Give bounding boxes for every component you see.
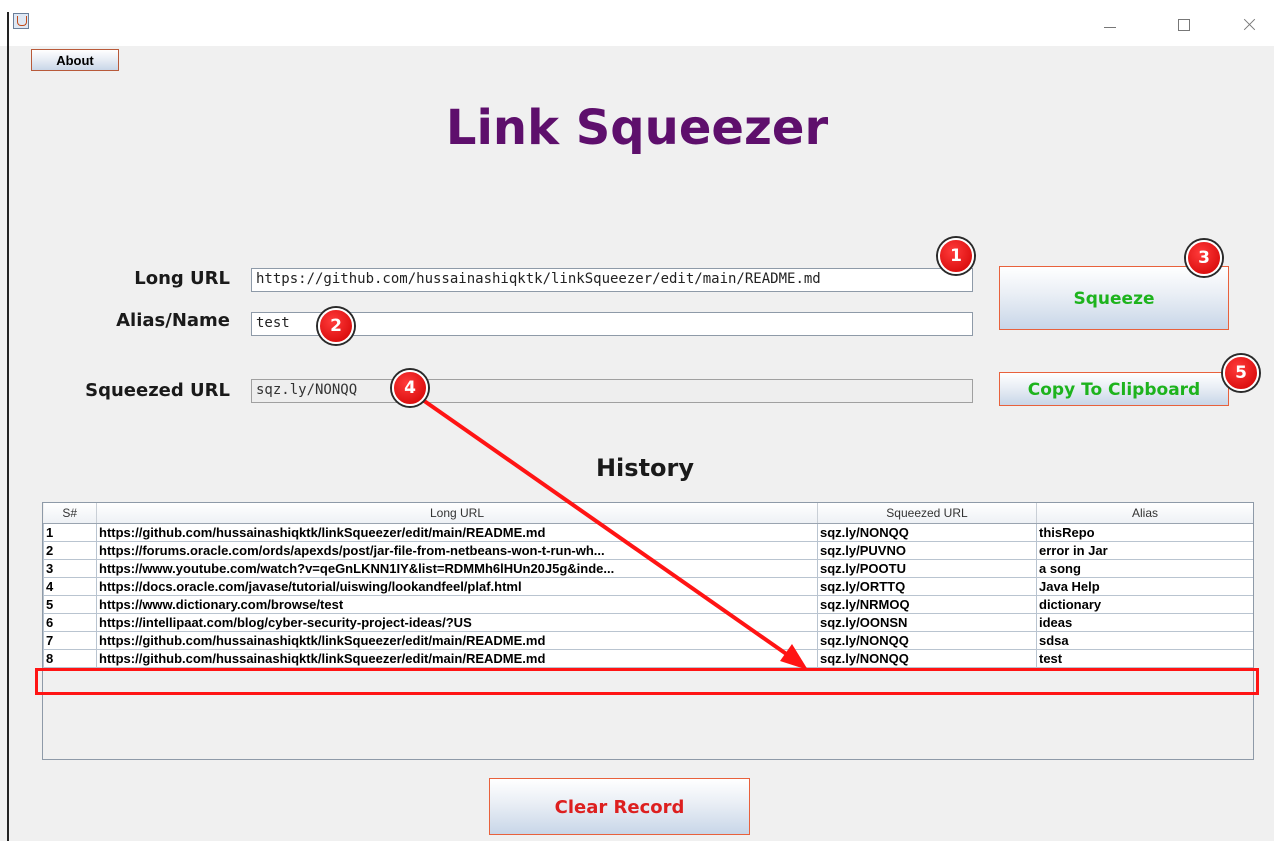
annotation-badge-2: 2 (318, 308, 354, 344)
cell-alias: test (1036, 649, 1253, 668)
table-row[interactable]: 4 https://docs.oracle.com/javase/tutoria… (43, 577, 1253, 596)
minimize-icon[interactable] (1090, 10, 1130, 36)
cell-long-url: https://docs.oracle.com/javase/tutorial/… (96, 577, 818, 596)
cell-alias: ideas (1036, 613, 1253, 632)
squeezed-url-output[interactable]: sqz.ly/NONQQ (251, 379, 973, 403)
cell-long-url: https://intellipaat.com/blog/cyber-secur… (96, 613, 818, 632)
copy-to-clipboard-button[interactable]: Copy To Clipboard (999, 372, 1229, 406)
long-url-label: Long URL (134, 268, 230, 289)
about-button[interactable]: About (31, 49, 119, 71)
cell-squeezed-url: sqz.ly/NONQQ (817, 631, 1037, 650)
history-table[interactable]: S# Long URL Squeezed URL Alias 1 https:/… (42, 502, 1254, 760)
table-row[interactable]: 7 https://github.com/hussainashiqktk/lin… (43, 631, 1253, 650)
cell-alias: dictionary (1036, 595, 1253, 614)
cell-serial: 2 (43, 541, 97, 560)
java-icon (13, 13, 29, 29)
cell-long-url: https://github.com/hussainashiqktk/linkS… (96, 631, 818, 650)
cell-serial: 5 (43, 595, 97, 614)
alias-input[interactable]: test (251, 312, 973, 336)
highlight-new-row-box (35, 668, 1259, 695)
cell-squeezed-url: sqz.ly/NONQQ (817, 523, 1037, 542)
annotation-badge-1: 1 (938, 238, 974, 274)
squeezed-url-label: Squeezed URL (85, 380, 230, 401)
cell-long-url: https://www.dictionary.com/browse/test (96, 595, 818, 614)
cell-squeezed-url: sqz.ly/ORTTQ (817, 577, 1037, 596)
cell-serial: 6 (43, 613, 97, 632)
cell-squeezed-url: sqz.ly/POOTU (817, 559, 1037, 578)
alias-label: Alias/Name (116, 310, 230, 331)
cell-alias: Java Help (1036, 577, 1253, 596)
app-title: Link Squeezer (445, 100, 829, 156)
cell-serial: 4 (43, 577, 97, 596)
maximize-icon[interactable] (1164, 10, 1204, 36)
cell-serial: 3 (43, 559, 97, 578)
title-bar (0, 0, 1274, 46)
clear-record-button[interactable]: Clear Record (489, 778, 750, 835)
table-header-row: S# Long URL Squeezed URL Alias (43, 503, 1253, 524)
cell-long-url: https://github.com/hussainashiqktk/linkS… (96, 523, 818, 542)
column-header-long-url[interactable]: Long URL (96, 503, 818, 524)
cell-long-url: https://www.youtube.com/watch?v=qeGnLKNN… (96, 559, 818, 578)
cell-serial: 8 (43, 649, 97, 668)
annotation-badge-5: 5 (1223, 355, 1259, 391)
cell-serial: 7 (43, 631, 97, 650)
squeeze-button[interactable]: Squeeze (999, 266, 1229, 330)
cell-long-url: https://forums.oracle.com/ords/apexds/po… (96, 541, 818, 560)
table-row[interactable]: 1 https://github.com/hussainashiqktk/lin… (43, 523, 1253, 542)
cell-squeezed-url: sqz.ly/OONSN (817, 613, 1037, 632)
table-row[interactable]: 2 https://forums.oracle.com/ords/apexds/… (43, 541, 1253, 560)
cell-alias: a song (1036, 559, 1253, 578)
table-row[interactable]: 6 https://intellipaat.com/blog/cyber-sec… (43, 613, 1253, 632)
cell-serial: 1 (43, 523, 97, 542)
cell-alias: sdsa (1036, 631, 1253, 650)
cell-squeezed-url: sqz.ly/PUVNO (817, 541, 1037, 560)
column-header-alias[interactable]: Alias (1036, 503, 1253, 524)
table-row[interactable]: 3 https://www.youtube.com/watch?v=qeGnLK… (43, 559, 1253, 578)
table-row[interactable]: 8 https://github.com/hussainashiqktk/lin… (43, 649, 1253, 668)
annotation-badge-4: 4 (392, 370, 428, 406)
history-title: History (595, 454, 695, 482)
cell-alias: error in Jar (1036, 541, 1253, 560)
annotation-badge-3: 3 (1186, 240, 1222, 276)
cell-long-url: https://github.com/hussainashiqktk/linkS… (96, 649, 818, 668)
cell-squeezed-url: sqz.ly/NRMOQ (817, 595, 1037, 614)
cell-squeezed-url: sqz.ly/NONQQ (817, 649, 1037, 668)
long-url-input[interactable]: https://github.com/hussainashiqktk/linkS… (251, 268, 973, 292)
column-header-squeezed-url[interactable]: Squeezed URL (817, 503, 1037, 524)
table-row[interactable]: 5 https://www.dictionary.com/browse/test… (43, 595, 1253, 614)
cell-alias: thisRepo (1036, 523, 1253, 542)
column-header-serial[interactable]: S# (43, 503, 97, 524)
close-icon[interactable] (1230, 10, 1270, 36)
